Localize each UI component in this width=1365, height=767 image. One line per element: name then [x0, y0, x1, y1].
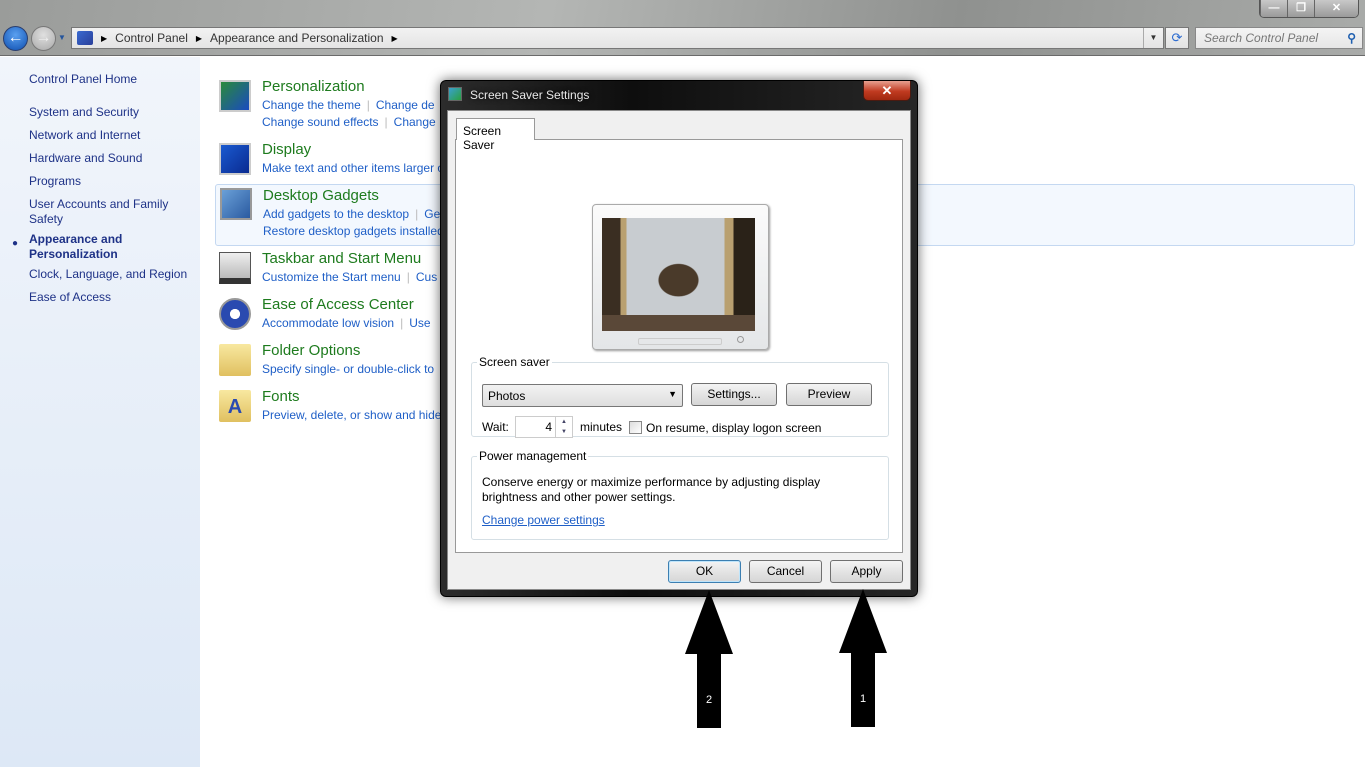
- sidebar-item-network[interactable]: Network and Internet: [29, 128, 194, 143]
- category-link[interactable]: Customize the Start menu: [262, 270, 401, 284]
- minutes-label: minutes: [580, 420, 623, 434]
- window-controls: — ❐ ✕: [1259, 0, 1359, 18]
- sidebar-item-user-accounts[interactable]: User Accounts and Family Safety: [29, 197, 179, 227]
- group-label: Power management: [479, 449, 587, 463]
- category-link[interactable]: Make text and other items larger o: [262, 161, 444, 175]
- gadgets-icon: [220, 188, 252, 220]
- annotation-arrow: 1: [839, 589, 887, 727]
- category-link[interactable]: Change de: [376, 98, 435, 112]
- category-title[interactable]: Desktop Gadgets: [263, 187, 379, 204]
- personalization-icon: [219, 80, 251, 112]
- settings-button[interactable]: Settings...: [691, 383, 777, 406]
- category-link[interactable]: Use: [409, 316, 430, 330]
- fonts-icon: A: [219, 390, 251, 422]
- sidebar-item-hardware[interactable]: Hardware and Sound: [29, 151, 194, 166]
- preview-button[interactable]: Preview: [786, 383, 872, 406]
- logon-checkbox[interactable]: [629, 421, 642, 434]
- monitor-preview: [592, 204, 769, 350]
- preview-image: [602, 218, 755, 331]
- change-power-settings-link[interactable]: Change power settings: [482, 513, 605, 527]
- breadcrumb-appearance[interactable]: Appearance and Personalization: [210, 31, 383, 45]
- refresh-button[interactable]: ⟳: [1165, 27, 1189, 49]
- forward-button[interactable]: →: [31, 26, 56, 51]
- back-button[interactable]: ←: [3, 26, 28, 51]
- power-management-group: Power management Conserve energy or maxi…: [471, 449, 889, 540]
- category-link[interactable]: Cus: [416, 270, 437, 284]
- category-title[interactable]: Fonts: [262, 388, 300, 405]
- sidebar-item-ease[interactable]: Ease of Access: [29, 290, 194, 305]
- annotation-label: 1: [851, 653, 875, 727]
- search-icon[interactable]: ⚲: [1347, 28, 1356, 48]
- annotation-label: 2: [697, 654, 721, 728]
- search-placeholder: Search Control Panel: [1204, 31, 1319, 45]
- category-link[interactable]: Restore desktop gadgets installed: [263, 224, 444, 238]
- restore-button[interactable]: ❐: [1287, 0, 1314, 17]
- sidebar-item-clock[interactable]: Clock, Language, and Region: [29, 267, 194, 282]
- selected-value: Photos: [488, 389, 526, 403]
- ease-of-access-icon: [219, 298, 251, 330]
- taskbar-icon: [219, 252, 251, 284]
- active-bullet-icon: ●: [12, 238, 19, 249]
- dialog-body: Screen Saver Screen saver Photos ▼ Settin…: [447, 110, 911, 590]
- category-title[interactable]: Personalization: [262, 78, 365, 95]
- monitor-stand: [638, 338, 722, 345]
- wait-minutes-stepper[interactable]: 4 ▲ ▼: [515, 416, 573, 438]
- ok-button[interactable]: OK: [668, 560, 741, 583]
- tab-screen-saver[interactable]: Screen Saver: [456, 118, 535, 152]
- screen-saver-dialog: Screen Saver Settings ✕ Screen Saver Scr…: [440, 80, 918, 597]
- group-label: Screen saver: [479, 355, 550, 369]
- sidebar-item-appearance[interactable]: Appearance and Personalization: [29, 232, 139, 262]
- control-panel-icon: [77, 31, 93, 45]
- tab-panel: Screen saver Photos ▼ Settings... Preview…: [455, 139, 903, 553]
- power-description: Conserve energy or maximize performance …: [482, 475, 821, 504]
- stepper-arrows-icon[interactable]: ▲ ▼: [555, 417, 572, 437]
- wait-label: Wait:: [482, 420, 509, 434]
- logon-checkbox-label[interactable]: On resume, display logon screen: [646, 421, 821, 435]
- category-link[interactable]: Add gadgets to the desktop: [263, 207, 409, 221]
- address-dropdown-icon[interactable]: ▼: [1143, 28, 1163, 48]
- sidebar-item-programs[interactable]: Programs: [29, 174, 194, 189]
- wait-value: 4: [545, 420, 552, 434]
- close-window-button[interactable]: ✕: [1314, 0, 1358, 17]
- screen-saver-group: Screen saver Photos ▼ Settings... Preview…: [471, 355, 889, 438]
- category-link[interactable]: Preview, delete, or show and hide: [262, 408, 441, 422]
- category-title[interactable]: Taskbar and Start Menu: [262, 250, 421, 267]
- category-link[interactable]: Ge: [424, 207, 440, 221]
- arrow-head: [839, 589, 887, 653]
- category-title[interactable]: Ease of Access Center: [262, 296, 414, 313]
- sidebar-item-home[interactable]: Control Panel Home: [29, 72, 194, 87]
- sidebar-item-system-security[interactable]: System and Security: [29, 105, 194, 120]
- chevron-right-icon[interactable]: ▶: [196, 34, 202, 43]
- apply-button[interactable]: Apply: [830, 560, 903, 583]
- minimize-button[interactable]: —: [1260, 0, 1287, 17]
- category-link[interactable]: Specify single- or double-click to: [262, 362, 434, 376]
- category-link[interactable]: Change: [394, 115, 436, 129]
- explorer-titlebar: — ❐ ✕ ← → ▼ ▶ Control Panel ▶ Appearance…: [0, 0, 1365, 56]
- search-input[interactable]: Search Control Panel ⚲: [1195, 27, 1363, 49]
- category-link[interactable]: Change sound effects: [262, 115, 379, 129]
- category-title[interactable]: Folder Options: [262, 342, 360, 359]
- screen-saver-icon: [448, 87, 462, 101]
- power-led-icon: [737, 336, 744, 343]
- dialog-title: Screen Saver Settings: [470, 88, 590, 102]
- dropdown-arrow-icon: ▼: [668, 389, 677, 399]
- cancel-button[interactable]: Cancel: [749, 560, 822, 583]
- screen-saver-select[interactable]: Photos ▼: [482, 384, 683, 407]
- category-link[interactable]: Change the theme: [262, 98, 361, 112]
- annotation-arrow: 2: [685, 590, 733, 728]
- breadcrumb-control-panel[interactable]: Control Panel: [115, 31, 188, 45]
- dialog-close-button[interactable]: ✕: [863, 81, 911, 101]
- category-link[interactable]: Accommodate low vision: [262, 316, 394, 330]
- recent-pages-dropdown[interactable]: ▼: [58, 33, 66, 42]
- display-icon: [219, 143, 251, 175]
- folder-icon: [219, 344, 251, 376]
- address-bar[interactable]: ▶ Control Panel ▶ Appearance and Persona…: [71, 27, 1164, 49]
- category-title[interactable]: Display: [262, 141, 311, 158]
- chevron-right-icon[interactable]: ▶: [101, 34, 107, 43]
- arrow-head: [685, 590, 733, 654]
- chevron-right-icon[interactable]: ▶: [392, 34, 398, 43]
